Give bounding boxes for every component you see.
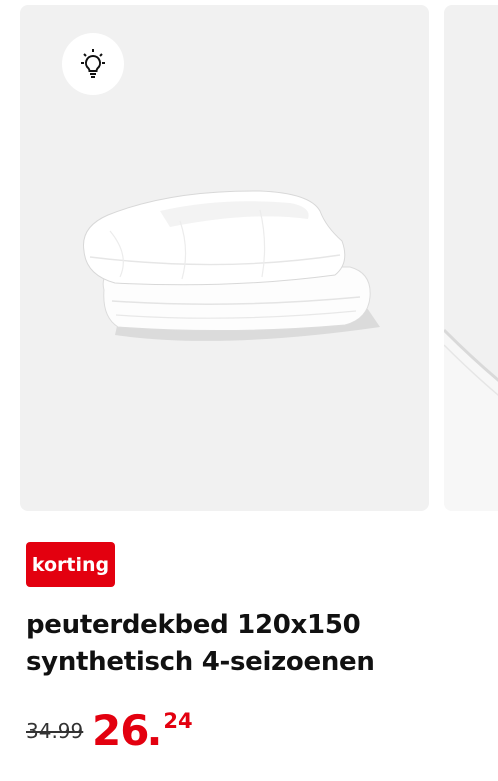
next-product-image[interactable] (444, 5, 498, 511)
old-price: 34.99 (26, 719, 84, 743)
lightbulb-icon[interactable] (62, 33, 124, 95)
product-image[interactable] (20, 5, 429, 511)
product-card[interactable]: korting peuterdekbed 120x150 synthetisch… (0, 0, 498, 781)
duvet-corner-image (444, 328, 498, 511)
new-price-cents: 24 (163, 709, 193, 733)
product-image-carousel[interactable] (0, 0, 498, 520)
new-price-separator: . (146, 706, 163, 755)
price: 34.99 26 . 24 (26, 706, 326, 766)
new-price: 26 . 24 (92, 706, 193, 756)
product-title[interactable]: peuterdekbed 120x150 synthetisch 4-seizo… (26, 607, 466, 681)
discount-badge: korting (26, 542, 115, 587)
lightbulb-glyph (81, 49, 105, 78)
new-price-whole: 26 (92, 706, 149, 755)
